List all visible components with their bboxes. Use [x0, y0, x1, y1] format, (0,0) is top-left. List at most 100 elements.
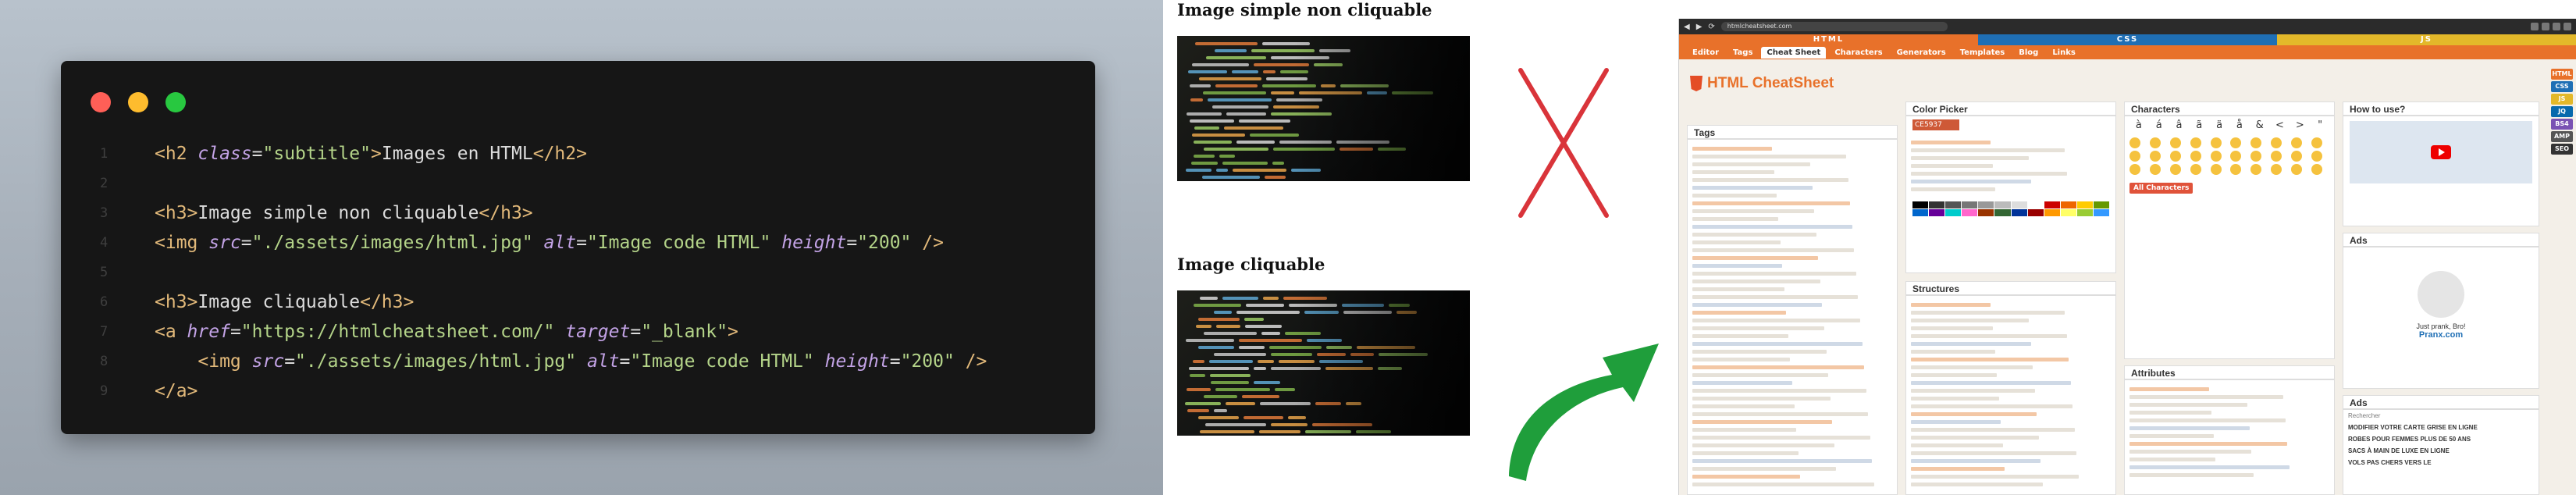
stripe-js[interactable]: JS	[2277, 34, 2576, 45]
character-cell[interactable]: &	[2250, 119, 2269, 131]
character-cell[interactable]: å	[2230, 119, 2249, 131]
emoji-cell[interactable]	[2169, 137, 2181, 148]
image-clickable-link[interactable]	[1177, 290, 1470, 436]
stripe-html[interactable]: HTML	[1679, 34, 1978, 45]
emoji-cell[interactable]	[2129, 151, 2140, 162]
ad-image[interactable]	[2418, 271, 2464, 318]
back-icon[interactable]: ◀	[1684, 23, 1690, 31]
extension-icon[interactable]	[2564, 23, 2571, 30]
color-swatch[interactable]	[2011, 209, 2027, 216]
side-nav-item[interactable]: CSS	[2551, 81, 2573, 92]
ad-list-item[interactable]: MODIFIER VOTRE CARTE GRISE EN LIGNE	[2343, 422, 2539, 433]
stripe-css[interactable]: CSS	[1978, 34, 2277, 45]
minimize-window-dot[interactable]	[128, 92, 148, 112]
side-nav-item[interactable]: JS	[2551, 94, 2573, 105]
side-nav-item[interactable]: JQ	[2551, 106, 2573, 117]
color-swatch[interactable]	[2093, 201, 2109, 208]
emoji-cell[interactable]	[2169, 164, 2181, 175]
color-swatch[interactable]	[1978, 201, 1994, 208]
color-swatch[interactable]	[2011, 201, 2027, 208]
maximize-window-dot[interactable]	[165, 92, 186, 112]
emoji-cell[interactable]	[2250, 151, 2262, 162]
menu-characters[interactable]: Characters	[1829, 47, 1888, 59]
emoji-cell[interactable]	[2250, 164, 2262, 175]
color-swatch[interactable]	[2044, 209, 2060, 216]
character-cell[interactable]: à	[2129, 119, 2148, 131]
character-cell[interactable]: â	[2170, 119, 2189, 131]
color-swatch[interactable]	[1978, 209, 1994, 216]
color-swatch[interactable]	[1962, 201, 1978, 208]
emoji-cell[interactable]	[2230, 137, 2242, 148]
emoji-cell[interactable]	[2190, 137, 2201, 148]
emoji-cell[interactable]	[2210, 151, 2222, 162]
ad-list-item[interactable]: SACS À MAIN DE LUXE EN LIGNE	[2343, 445, 2539, 457]
menu-templates[interactable]: Templates	[1955, 47, 2011, 59]
color-swatch[interactable]	[2076, 209, 2093, 216]
color-swatch[interactable]	[2076, 201, 2093, 208]
color-swatch[interactable]	[2060, 209, 2076, 216]
side-nav-item[interactable]: HTML	[2551, 69, 2573, 80]
color-swatch[interactable]	[1929, 201, 1945, 208]
color-swatch[interactable]	[2027, 209, 2044, 216]
side-nav-item[interactable]: SEO	[2551, 144, 2573, 155]
extension-icon[interactable]	[2553, 23, 2560, 30]
color-swatch[interactable]	[2060, 201, 2076, 208]
emoji-cell[interactable]	[2129, 137, 2140, 148]
site-logo[interactable]: HTML CheatSheet	[1690, 75, 1834, 92]
character-cell[interactable]: ä	[2210, 119, 2229, 131]
ad-brand[interactable]: Pranx.com	[2343, 330, 2539, 340]
character-cell[interactable]: á	[2150, 119, 2169, 131]
emoji-cell[interactable]	[2291, 151, 2303, 162]
reload-icon[interactable]: ⟳	[1708, 23, 1714, 31]
emoji-cell[interactable]	[2311, 164, 2323, 175]
emoji-cell[interactable]	[2230, 164, 2242, 175]
color-swatch[interactable]	[2093, 209, 2109, 216]
character-cell[interactable]: <	[2271, 119, 2290, 131]
character-cell[interactable]: "	[2311, 119, 2329, 131]
color-swatch[interactable]	[1994, 201, 2011, 208]
emoji-cell[interactable]	[2210, 164, 2222, 175]
emoji-cell[interactable]	[2271, 151, 2282, 162]
emoji-cell[interactable]	[2210, 137, 2222, 148]
close-window-dot[interactable]	[91, 92, 111, 112]
address-bar[interactable]: htmlcheatsheet.com	[1720, 22, 1948, 31]
color-swatch[interactable]	[1945, 201, 1962, 208]
emoji-cell[interactable]	[2271, 164, 2282, 175]
character-cell[interactable]: >	[2290, 119, 2309, 131]
menu-tags[interactable]: Tags	[1727, 47, 1758, 59]
ad-list-item[interactable]: VOLS PAS CHERS VERS LE	[2343, 457, 2539, 468]
emoji-cell[interactable]	[2169, 151, 2181, 162]
forward-icon[interactable]: ▶	[1696, 23, 1703, 31]
emoji-cell[interactable]	[2311, 137, 2323, 148]
emoji-cell[interactable]	[2149, 137, 2161, 148]
menu-editor[interactable]: Editor	[1687, 47, 1724, 59]
emoji-cell[interactable]	[2311, 151, 2323, 162]
emoji-cell[interactable]	[2250, 137, 2262, 148]
color-swatch[interactable]	[1912, 201, 1929, 208]
play-icon[interactable]	[2431, 145, 2451, 159]
ad-list-item[interactable]: ROBES POUR FEMMES PLUS DE 50 ANS	[2343, 433, 2539, 445]
side-nav-item[interactable]: AMP	[2551, 131, 2573, 142]
extension-icon[interactable]	[2531, 23, 2539, 30]
all-characters-button[interactable]: All Characters	[2129, 183, 2194, 194]
color-swatch[interactable]	[1929, 209, 1945, 216]
character-cell[interactable]: ã	[2190, 119, 2208, 131]
color-swatch[interactable]	[1912, 209, 1929, 216]
color-swatch[interactable]	[2027, 201, 2044, 208]
emoji-cell[interactable]	[2230, 151, 2242, 162]
menu-cheat-sheet[interactable]: Cheat Sheet	[1761, 46, 1827, 59]
color-swatch[interactable]	[1994, 209, 2011, 216]
color-value-input[interactable]: CE5937	[1912, 119, 1959, 130]
emoji-cell[interactable]	[2271, 137, 2282, 148]
emoji-cell[interactable]	[2190, 151, 2201, 162]
emoji-cell[interactable]	[2291, 137, 2303, 148]
menu-blog[interactable]: Blog	[2013, 47, 2044, 59]
emoji-cell[interactable]	[2149, 164, 2161, 175]
color-swatch[interactable]	[1962, 209, 1978, 216]
emoji-cell[interactable]	[2190, 164, 2201, 175]
color-swatch[interactable]	[2044, 201, 2060, 208]
color-swatch[interactable]	[1945, 209, 1962, 216]
color-swatches[interactable]	[1912, 201, 2109, 216]
emoji-cell[interactable]	[2129, 164, 2140, 175]
emoji-cell[interactable]	[2149, 151, 2161, 162]
